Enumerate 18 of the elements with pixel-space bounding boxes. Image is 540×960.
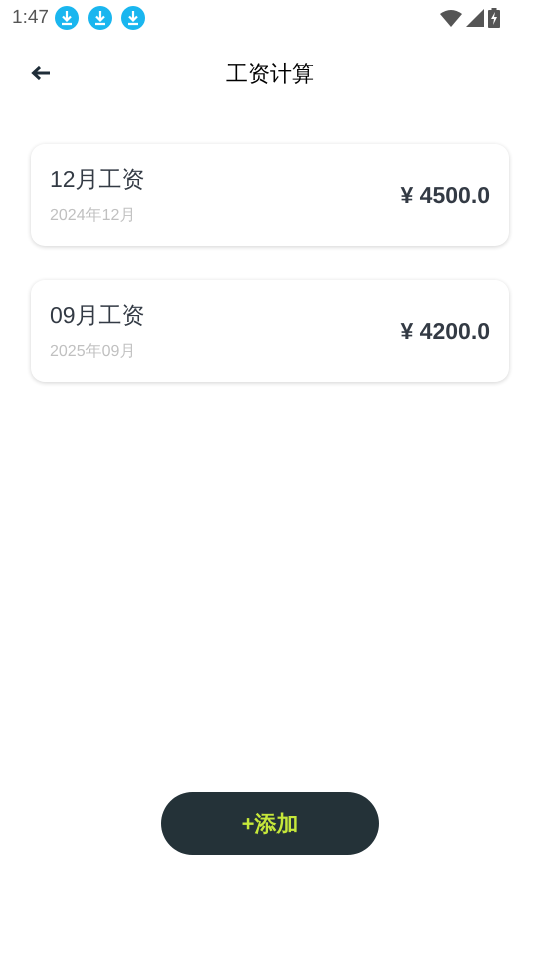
salary-date: 2024年12月 [50, 206, 136, 226]
salary-date: 2025年09月 [50, 342, 136, 362]
back-arrow-icon [31, 65, 51, 81]
salary-title: 12月工资 [50, 164, 145, 194]
download-icon [120, 6, 145, 30]
salary-amount: ¥ 4500.0 [400, 180, 490, 210]
page-title: 工资计算 [226, 60, 314, 88]
salary-card[interactable]: 09月工资 2025年09月 ¥ 4200.0 [31, 280, 509, 382]
salary-amount: ¥ 4200.0 [400, 316, 490, 346]
salary-title: 09月工资 [50, 300, 145, 330]
add-button[interactable]: +添加 [161, 792, 379, 855]
wifi-icon [440, 9, 462, 27]
battery-icon [488, 8, 500, 28]
signal-icon [466, 9, 484, 27]
salary-card[interactable]: 12月工资 2024年12月 ¥ 4500.0 [31, 144, 509, 246]
download-icon [54, 6, 79, 30]
status-time: 1:47 [12, 6, 49, 30]
download-icon [88, 6, 112, 30]
